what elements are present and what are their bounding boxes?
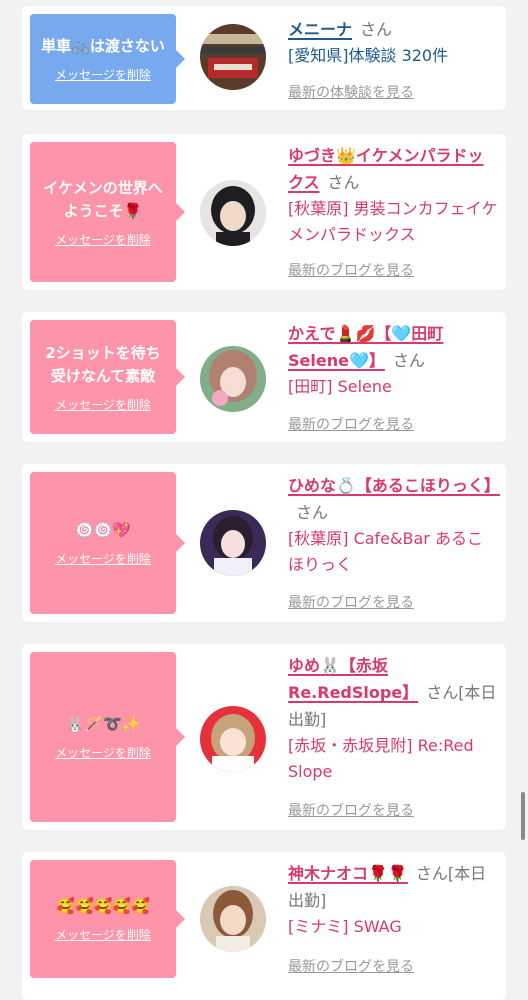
latest-post-link[interactable]: 最新のブログを見る	[288, 414, 414, 434]
latest-post-link[interactable]: 最新のブログを見る	[288, 956, 414, 976]
bubble-message: イケメンの世界へ ようこそ🌹	[43, 178, 163, 220]
latest-post-link[interactable]: 最新のブログを見る	[288, 800, 414, 820]
message-bubble: 単車🚲は渡さない メッセージを削除	[30, 14, 185, 104]
list-item: 🍥🍥💖 メッセージを削除 ひめな💍【あるこほりっく】さん [秋葉原] Cafe&…	[22, 464, 506, 622]
message-bubble: 🥰🥰🥰🥰🥰 メッセージを削除	[30, 860, 185, 978]
bubble-message: 単車🚲は渡さない	[41, 37, 165, 55]
message-bubble: 🐰🪄➰✨ メッセージを削除	[30, 652, 185, 822]
bubble-message: 2ショットを待ち 受けなんて素敵	[45, 343, 161, 385]
scrollbar[interactable]	[521, 792, 525, 840]
user-name-link[interactable]: ゆめ🐰【赤坂Re.RedSlope】	[288, 656, 418, 702]
avatar[interactable]	[200, 24, 266, 90]
latest-post-link[interactable]: 最新のブログを見る	[288, 260, 414, 280]
user-name-link[interactable]: ひめな💍【あるこほりっく】	[288, 476, 500, 495]
delete-message-link[interactable]: メッセージを削除	[55, 231, 151, 248]
user-detail: [愛知県]体験談 320件	[288, 46, 449, 65]
avatar[interactable]	[200, 886, 266, 952]
user-detail: [田町] Selene	[288, 377, 392, 396]
avatar[interactable]	[200, 510, 266, 576]
list-item: 🥰🥰🥰🥰🥰 メッセージを削除 神木ナオコ🌹🌹 さん[本日出勤] [ミナミ] SWA…	[22, 852, 506, 1000]
delete-message-link[interactable]: メッセージを削除	[55, 550, 151, 567]
honorific: さん	[360, 20, 393, 39]
delete-message-link[interactable]: メッセージを削除	[55, 926, 151, 943]
user-detail: [秋葉原] Cafe&Bar あるこほりっく	[288, 529, 483, 574]
list-item: 単車🚲は渡さない メッセージを削除 メニーナ さん [愛知県]体験談 320件 最…	[22, 6, 506, 110]
avatar[interactable]	[200, 180, 266, 246]
delete-message-link[interactable]: メッセージを削除	[55, 744, 151, 761]
bubble-message: 🥰🥰🥰🥰🥰	[56, 897, 150, 915]
list-item: 2ショットを待ち 受けなんて素敵 メッセージを削除 かえで💄💋【🩵田町Selen…	[22, 312, 506, 442]
bubble-message: 🍥🍥💖	[74, 521, 132, 539]
user-detail: [赤坂・赤坂見附] Re:Red Slope	[288, 736, 474, 781]
message-bubble: 2ショットを待ち 受けなんて素敵 メッセージを削除	[30, 320, 185, 434]
list-item: 🐰🪄➰✨ メッセージを削除 ゆめ🐰【赤坂Re.RedSlope】 さん[本日出勤]…	[22, 644, 506, 830]
user-name-link[interactable]: メニーナ	[288, 20, 352, 39]
user-detail: [ミナミ] SWAG	[288, 917, 402, 936]
list-item: イケメンの世界へ ようこそ🌹 メッセージを削除 ゆづき👑イケメンパラドックス さん…	[22, 134, 506, 290]
message-bubble: イケメンの世界へ ようこそ🌹 メッセージを削除	[30, 142, 185, 282]
message-bubble: 🍥🍥💖 メッセージを削除	[30, 472, 185, 614]
delete-message-link[interactable]: メッセージを削除	[55, 66, 151, 83]
bubble-message: 🐰🪄➰✨	[65, 715, 141, 733]
honorific: さん	[327, 173, 360, 192]
latest-post-link[interactable]: 最新の体験談を見る	[288, 82, 414, 102]
honorific: さん	[296, 503, 329, 522]
avatar[interactable]	[200, 706, 266, 772]
delete-message-link[interactable]: メッセージを削除	[55, 396, 151, 413]
latest-post-link[interactable]: 最新のブログを見る	[288, 592, 414, 612]
user-name-link[interactable]: 神木ナオコ🌹🌹	[288, 864, 408, 883]
avatar[interactable]	[200, 346, 266, 412]
user-detail: [秋葉原] 男装コンカフェイケメンパラドックス	[288, 199, 498, 244]
honorific: さん	[392, 351, 425, 370]
user-name-link[interactable]: ゆづき👑イケメンパラドックス	[288, 146, 483, 192]
